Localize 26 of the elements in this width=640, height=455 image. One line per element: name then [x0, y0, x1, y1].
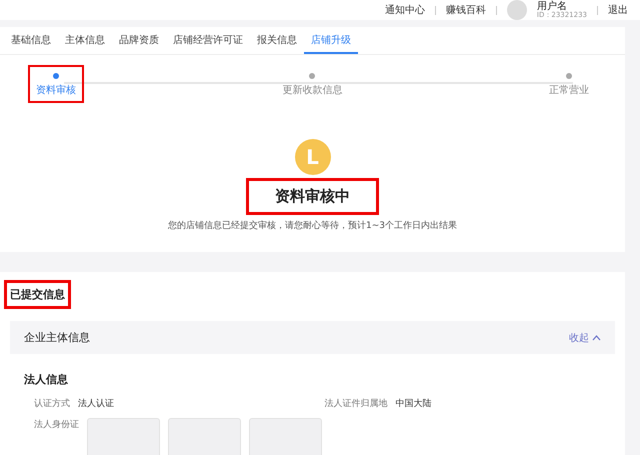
header-link[interactable]: 赚钱百科 — [446, 3, 486, 17]
subsection-title: 法人信息 — [24, 372, 69, 387]
status-message: 您的店铺信息已经提交审核，请您耐心等待，预计1~3个工作日内出结果 — [168, 220, 457, 232]
status-title: 资料审核中 — [246, 178, 379, 215]
field-value: 中国大陆 — [396, 398, 432, 410]
field-label: 认证方式 — [34, 398, 70, 410]
panel-title: 企业主体信息 — [24, 330, 90, 345]
tab[interactable]: 主体信息 — [58, 27, 112, 54]
tab[interactable]: 报关信息 — [250, 27, 304, 54]
collapse-button[interactable]: 收起 — [569, 330, 601, 344]
step-label: 正常营业 — [549, 84, 589, 97]
tab[interactable]: 品牌资质 — [112, 27, 166, 54]
field-label: 法人身份证 — [34, 418, 79, 431]
user-name: 用户名 — [536, 0, 567, 12]
step-label: 更新收款信息 — [282, 84, 342, 97]
avatar — [506, 0, 527, 20]
header-link[interactable]: 通知中心 — [384, 3, 425, 17]
logout-link[interactable]: 退出 — [608, 3, 628, 17]
step-label: 资料审核 — [36, 84, 76, 97]
clock-icon: L — [294, 139, 330, 175]
tab[interactable]: 基础信息 — [4, 27, 58, 54]
chevron-icon — [592, 334, 601, 340]
field-value: 法人认证 — [78, 398, 114, 410]
field-label: 法人证件归属地 — [324, 398, 388, 410]
section-heading: 已提交信息 — [4, 280, 71, 309]
tab[interactable]: 店铺经营许可证 — [166, 27, 250, 54]
